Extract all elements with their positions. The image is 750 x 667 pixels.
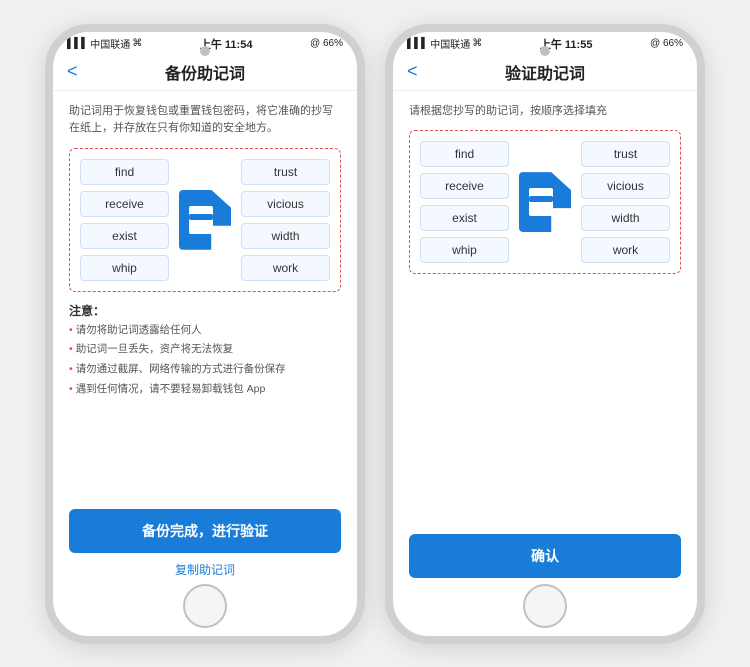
back-button-2[interactable]: <: [407, 61, 418, 82]
bottom-actions-1: 备份完成，进行验证 复制助记词: [69, 509, 341, 578]
signal-bars: ▌▌▌: [67, 38, 88, 49]
tp-inner-shape-2: [529, 196, 553, 202]
tp-white-shape: [189, 206, 213, 234]
mnemonic-box-1: find trust receive vicious exist width w…: [69, 148, 341, 292]
word-right-2: vicious: [241, 191, 330, 217]
word-left-4: whip: [80, 255, 169, 281]
verify-word-left-4[interactable]: whip: [420, 237, 509, 263]
tp-inner-shape: [189, 214, 213, 220]
verify-chips-box: find trust receive vicious exist width w…: [409, 130, 681, 274]
wifi-icon: ⌘: [132, 38, 142, 49]
verify-word-left-1[interactable]: find: [420, 141, 509, 167]
tp-logo-2: [519, 172, 571, 232]
status-bar-1: ▌▌▌ 中国联通 ⌘ 上午 11:54 @ 66%: [53, 32, 357, 54]
note-1: 请勿将助记词透露给任何人: [69, 323, 341, 339]
note-3: 请勿通过截屏、网络传输的方式进行备份保存: [69, 362, 341, 378]
wifi-icon-2: ⌘: [472, 38, 482, 49]
word-left-2: receive: [80, 191, 169, 217]
confirm-button[interactable]: 确认: [409, 534, 681, 578]
page-title-1: 备份助记词: [165, 60, 245, 84]
notes-title: 注意：: [69, 302, 341, 319]
battery-display-2: @ 66%: [650, 38, 683, 49]
note-2: 助记词一旦丢失，资产将无法恢复: [69, 342, 341, 358]
status-bar-2: ▌▌▌ 中国联通 ⌘ 上午 11:55 @ 66%: [393, 32, 697, 54]
verify-word-left-2[interactable]: receive: [420, 173, 509, 199]
word-left-3: exist: [80, 223, 169, 249]
home-button-2[interactable]: [523, 584, 567, 628]
word-right-4: work: [241, 255, 330, 281]
page-title-2: 验证助记词: [505, 60, 585, 84]
tp-white-shape-2: [529, 188, 553, 216]
word-right-1: trust: [241, 159, 330, 185]
backup-complete-button[interactable]: 备份完成，进行验证: [69, 509, 341, 553]
note-4: 遇到任何情况，请不要轻易卸载钱包 App: [69, 382, 341, 398]
time-display: 上午 11:54: [200, 36, 253, 52]
back-button-1[interactable]: <: [67, 61, 78, 82]
phone-backup: ▌▌▌ 中国联通 ⌘ 上午 11:54 @ 66% < 备份助记词 助记词用于恢…: [45, 24, 365, 644]
phone-verify: ▌▌▌ 中国联通 ⌘ 上午 11:55 @ 66% < 验证助记词 请根据您抄写…: [385, 24, 705, 644]
description-2: 请根据您抄写的助记词，按顺序选择填充: [409, 103, 681, 121]
copy-mnemonic-button[interactable]: 复制助记词: [175, 561, 235, 578]
nav-bar-1: < 备份助记词: [53, 54, 357, 91]
word-right-3: width: [241, 223, 330, 249]
battery-display: @ 66%: [310, 38, 343, 49]
time-display-2: 上午 11:55: [540, 36, 593, 52]
verify-word-left-3[interactable]: exist: [420, 205, 509, 231]
home-button[interactable]: [183, 584, 227, 628]
verify-word-right-4[interactable]: work: [581, 237, 670, 263]
nav-bar-2: < 验证助记词: [393, 54, 697, 91]
signal-carrier-2: ▌▌▌ 中国联通 ⌘: [407, 36, 482, 51]
word-left-1: find: [80, 159, 169, 185]
description-1: 助记词用于恢复钱包或重置钱包密码，将它准确的抄写在纸上，并存放在只有你知道的安全…: [69, 103, 341, 138]
signal-bars-2: ▌▌▌: [407, 38, 428, 49]
verify-word-right-1[interactable]: trust: [581, 141, 670, 167]
verify-word-right-2[interactable]: vicious: [581, 173, 670, 199]
signal-carrier: ▌▌▌ 中国联通 ⌘: [67, 36, 142, 51]
bottom-actions-2: 确认: [409, 534, 681, 578]
mnemonic-logo-1: [173, 159, 237, 281]
notes-section: 注意： 请勿将助记词透露给任何人 助记词一旦丢失，资产将无法恢复 请勿通过截屏、…: [69, 302, 341, 398]
verify-word-right-3[interactable]: width: [581, 205, 670, 231]
tp-logo-1: [179, 190, 231, 250]
verify-logo: [513, 141, 577, 263]
